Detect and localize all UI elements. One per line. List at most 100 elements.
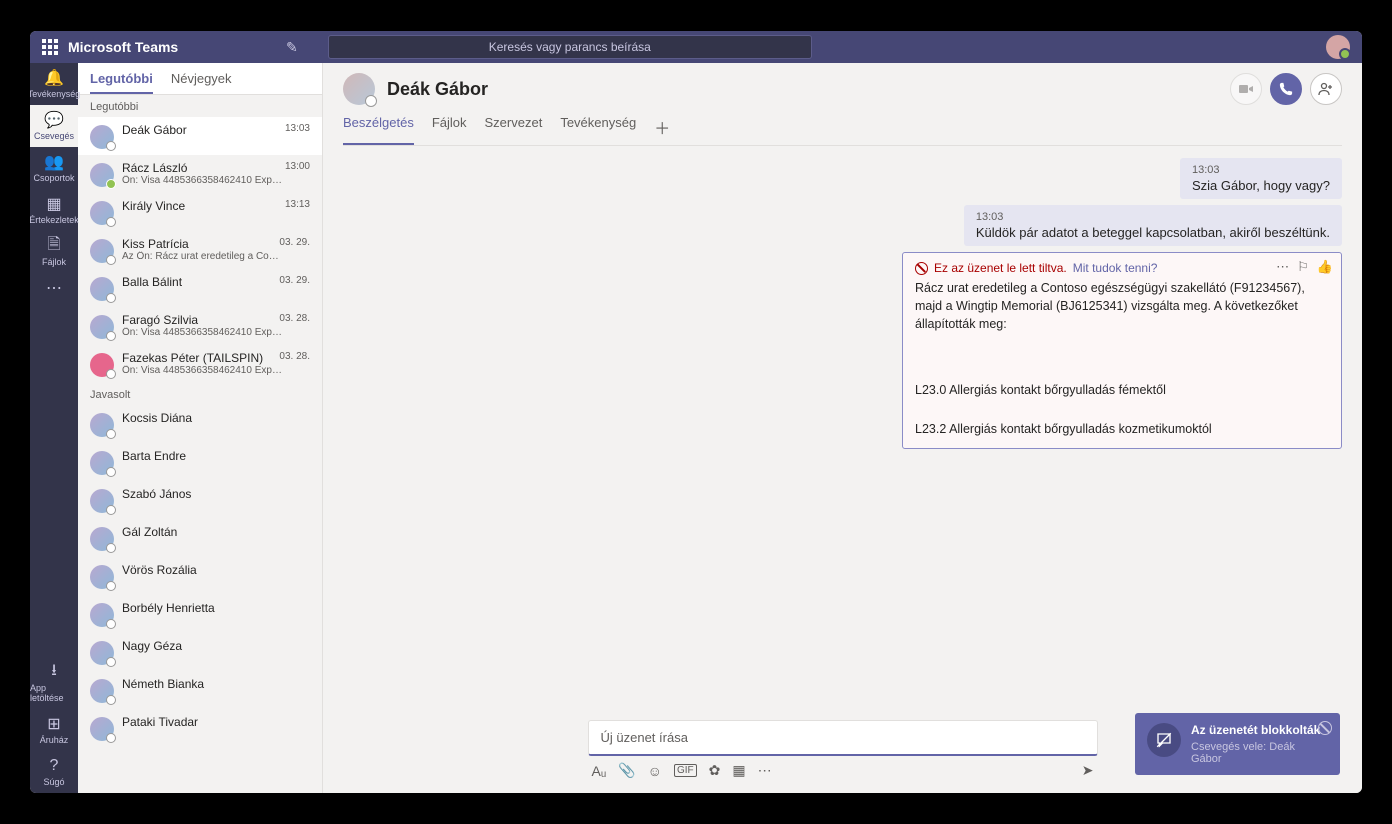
message-text: Szia Gábor, hogy vagy?: [1192, 178, 1330, 193]
sidebar-tab-contacts[interactable]: Névjegyek: [171, 71, 232, 94]
format-icon[interactable]: Aᵤ: [592, 763, 607, 779]
rail-store[interactable]: ⊞ Áruház: [30, 709, 78, 751]
avatar: [90, 315, 114, 339]
chat-item[interactable]: Pataki Tivadar: [78, 709, 322, 747]
audio-call-button[interactable]: [1270, 73, 1302, 105]
chat-time: 13:03: [285, 123, 310, 134]
tab-org[interactable]: Szervezet: [485, 115, 543, 145]
like-icon[interactable]: 👍: [1317, 259, 1333, 275]
avatar: [90, 527, 114, 551]
blocked-body-line: L23.2 Allergiás kontakt bőrgyulladás koz…: [915, 420, 1329, 438]
blocked-message-card: ⋯ ⚐ 👍 Ez az üzenet le lett tiltva. Mit t…: [902, 252, 1342, 449]
chat-pane: Deák Gábor Beszélgetés Fájlok Szervezet …: [323, 63, 1362, 793]
chat-preview: Az Ön: Rácz urat eredetileg a Contoso e.…: [122, 251, 282, 262]
rail-label: App letöltése: [30, 683, 78, 703]
chat-preview: Ön: Visa 4485366358462410 Expiry 01/2023: [122, 327, 282, 338]
avatar: [90, 489, 114, 513]
sidebar-tab-recent[interactable]: Legutóbbi: [90, 71, 153, 94]
rail-chat[interactable]: 💬 Csevegés: [30, 105, 78, 147]
app-title: Microsoft Teams: [68, 39, 268, 55]
chat-name: Németh Bianka: [122, 677, 310, 691]
video-call-button[interactable]: [1230, 73, 1262, 105]
avatar: [90, 353, 114, 377]
calendar-icon: ▦: [46, 195, 61, 213]
bookmark-icon[interactable]: ⚐: [1297, 259, 1309, 275]
chat-item[interactable]: Fazekas Péter (TAILSPIN)Ön: Visa 4485366…: [78, 345, 322, 383]
chat-item[interactable]: Deák Gábor 13:03: [78, 117, 322, 155]
toast-blocked[interactable]: Az üzenetét blokkolták Csevegés vele: De…: [1135, 713, 1340, 775]
message-input[interactable]: Új üzenet írása: [588, 720, 1098, 756]
gif-icon[interactable]: GIF: [674, 764, 697, 777]
new-chat-icon[interactable]: ✎: [286, 39, 298, 56]
rail-teams[interactable]: 👥 Csoportok: [30, 147, 78, 189]
group-label-suggested: Javasolt: [78, 383, 322, 405]
file-icon: 🗎: [48, 237, 61, 255]
search-input[interactable]: Keresés vagy parancs beírása: [328, 35, 812, 59]
avatar: [90, 277, 114, 301]
tab-activity[interactable]: Tevékenység: [560, 115, 636, 145]
avatar: [90, 565, 114, 589]
tab-files[interactable]: Fájlok: [432, 115, 467, 145]
app-rail: 🔔 Tevékenység 💬 Csevegés 👥 Csoportok ▦ É…: [30, 63, 78, 793]
chat-item[interactable]: Nagy Géza: [78, 633, 322, 671]
rail-download-app[interactable]: ⭳ App letöltése: [30, 657, 78, 709]
chat-item[interactable]: Faragó SzilviaÖn: Visa 4485366358462410 …: [78, 307, 322, 345]
more-compose-icon[interactable]: ⋯: [758, 762, 772, 779]
chat-item[interactable]: Barta Endre: [78, 443, 322, 481]
toast-subtitle: Csevegés vele: Deák Gábor: [1191, 741, 1328, 765]
avatar: [90, 451, 114, 475]
avatar: [90, 413, 114, 437]
chat-preview: Ön: Visa 4485366358462410 Expiry 01/2023: [122, 175, 282, 186]
sticker-icon[interactable]: ✿: [709, 762, 721, 779]
chat-name: Gál Zoltán: [122, 525, 310, 539]
chat-item[interactable]: Király Vince 13:13: [78, 193, 322, 231]
rail-meetings[interactable]: ▦ Értekezletek: [30, 189, 78, 231]
chat-item[interactable]: Gál Zoltán: [78, 519, 322, 557]
chat-item[interactable]: Szabó János: [78, 481, 322, 519]
chat-list: Legutóbbi Névjegyek Legutóbbi Deák Gábor…: [78, 63, 323, 793]
rail-label: Fájlok: [42, 257, 66, 267]
tab-conversation[interactable]: Beszélgetés: [343, 115, 414, 145]
chat-item[interactable]: Kiss PatríciaAz Ön: Rácz urat eredetileg…: [78, 231, 322, 269]
chat-time: 13:00: [285, 161, 310, 172]
chat-time: 03. 28.: [279, 313, 310, 324]
add-people-button[interactable]: [1310, 73, 1342, 105]
rail-activity[interactable]: 🔔 Tevékenység: [30, 63, 78, 105]
rail-label: Súgó: [43, 777, 64, 787]
toast-dismiss-icon[interactable]: [1318, 721, 1332, 735]
blocked-help-link[interactable]: Mit tudok tenni?: [1073, 261, 1158, 275]
chat-item[interactable]: Vörös Rozália: [78, 557, 322, 595]
avatar: [90, 201, 114, 225]
chat-name: Vörös Rozália: [122, 563, 310, 577]
download-icon: ⭳: [51, 663, 57, 681]
chat-item[interactable]: Németh Bianka: [78, 671, 322, 709]
app-launcher-icon[interactable]: [42, 39, 58, 55]
attach-icon[interactable]: 📎: [618, 762, 635, 779]
chat-name: Pataki Tivadar: [122, 715, 310, 729]
chat-item[interactable]: Borbély Henrietta: [78, 595, 322, 633]
rail-more[interactable]: ⋯: [30, 273, 78, 303]
chat-item[interactable]: Kocsis Diána: [78, 405, 322, 443]
group-label-recent: Legutóbbi: [78, 95, 322, 117]
meetup-icon[interactable]: ▦: [732, 762, 745, 779]
more-icon[interactable]: ⋯: [1276, 259, 1289, 275]
avatar: [90, 125, 114, 149]
profile-avatar[interactable]: [1326, 35, 1350, 59]
chat-header-title: Deák Gábor: [387, 79, 488, 100]
blocked-status: Ez az üzenet le lett tiltva.: [934, 261, 1067, 275]
rail-label: Csoportok: [33, 173, 74, 183]
chat-item[interactable]: Rácz LászlóÖn: Visa 4485366358462410 Exp…: [78, 155, 322, 193]
add-tab-button[interactable]: ＋: [654, 115, 670, 145]
chat-name: Kocsis Diána: [122, 411, 310, 425]
rail-files[interactable]: 🗎 Fájlok: [30, 231, 78, 273]
chat-item[interactable]: Balla Bálint 03. 29.: [78, 269, 322, 307]
emoji-icon[interactable]: ☺: [648, 763, 662, 779]
rail-help[interactable]: ? Súgó: [30, 751, 78, 793]
title-bar: Microsoft Teams ✎ Keresés vagy parancs b…: [30, 31, 1362, 63]
chat-time: 03. 29.: [279, 275, 310, 286]
send-icon[interactable]: ➤: [1082, 762, 1094, 779]
toast-chat-blocked-icon: [1147, 723, 1181, 757]
message-list: 13:03 Szia Gábor, hogy vagy? 13:03 Küldö…: [323, 146, 1362, 720]
chat-preview: Ön: Visa 4485366358462410 Expiry 01/2023: [122, 365, 282, 376]
chat-time: 13:13: [285, 199, 310, 210]
